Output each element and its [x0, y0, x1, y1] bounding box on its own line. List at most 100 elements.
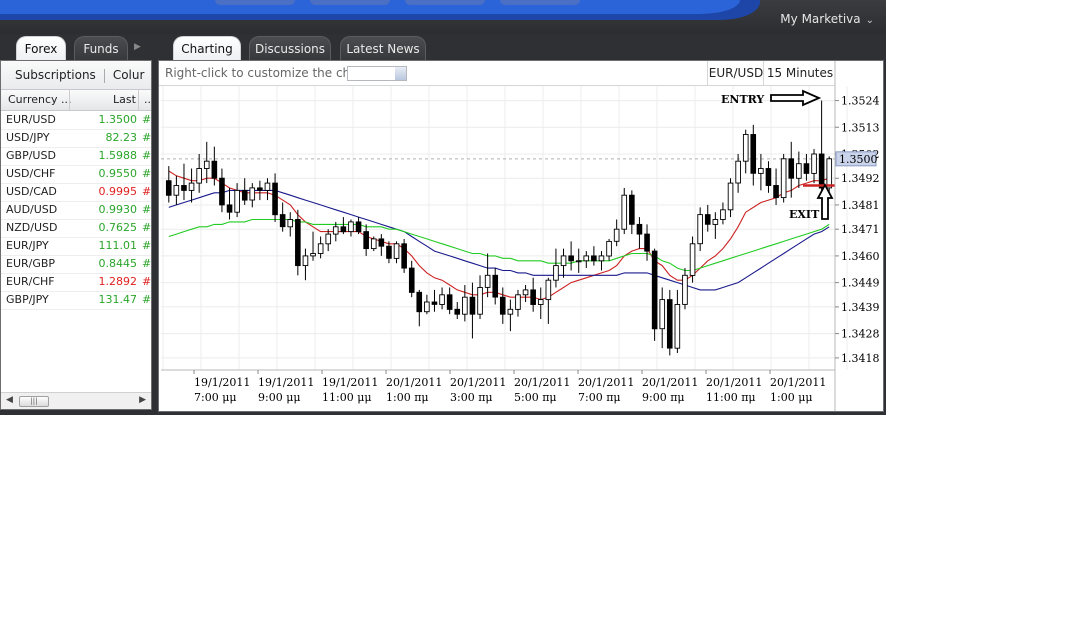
tab-funds[interactable]: Funds: [74, 36, 128, 60]
candle-body: [317, 243, 324, 254]
candle-body: [348, 221, 354, 233]
chart-panel: Right-click to customize the chart EUR/U…: [158, 60, 884, 412]
y-tick-label: 1.3471: [841, 223, 880, 236]
quote-row[interactable]: GBP/JPY 131.47 #: [1, 291, 151, 310]
quote-truncated-cell: #: [142, 167, 151, 180]
column-divider[interactable]: [69, 90, 70, 110]
quote-row[interactable]: NZD/USD 0.7625 #: [1, 219, 151, 238]
quote-last: 1.2892: [98, 275, 138, 288]
tab-label: Charting: [181, 42, 233, 56]
scroll-left-icon[interactable]: ◀: [6, 395, 13, 405]
quote-last: 0.9930: [98, 203, 138, 216]
candle-body: [689, 243, 696, 276]
candle-body: [621, 194, 628, 230]
candle-body: [803, 163, 810, 174]
x-tick-date-label: 20/1/2011: [642, 376, 698, 389]
top-bar: My Marketiva ⌄: [0, 0, 886, 34]
candle-body: [598, 255, 605, 262]
candle-body: [211, 160, 218, 179]
x-tick-date-label: 20/1/2011: [770, 376, 826, 389]
quote-row[interactable]: EUR/USD 1.3500 #: [1, 111, 151, 130]
columns-button[interactable]: Colur: [113, 68, 145, 82]
x-tick-date-label: 20/1/2011: [450, 376, 506, 389]
quote-truncated-cell: #: [142, 239, 151, 252]
tabs-scroll-right-icon[interactable]: ▶: [134, 42, 141, 52]
y-tick-label: 1.3449: [841, 277, 880, 290]
tab-forex[interactable]: Forex: [16, 36, 66, 60]
candle-body: [765, 168, 772, 186]
candlestick-chart[interactable]: ENTRYEXIT1.35241.35131.35021.34921.34811…: [159, 61, 883, 411]
quote-truncated-cell: #: [142, 131, 151, 144]
candle-body: [340, 226, 347, 233]
candle-body: [522, 289, 529, 296]
top-toolbar-button[interactable]: [405, 0, 485, 5]
candle-body: [720, 209, 726, 220]
candle-body: [606, 240, 612, 257]
quote-last: 1.5988: [98, 149, 138, 162]
candle-body: [704, 214, 711, 225]
candle-body: [173, 185, 180, 196]
y-tick-label: 1.3439: [841, 301, 880, 314]
quote-truncated-cell: #: [142, 113, 151, 126]
tab-latest-news[interactable]: Latest News: [340, 36, 426, 60]
quote-row[interactable]: AUD/USD 0.9930 #: [1, 201, 151, 220]
tab-label: Funds: [83, 42, 119, 56]
quote-truncated-cell: #: [142, 149, 151, 162]
candle-body: [454, 308, 461, 315]
top-toolbar-button[interactable]: [215, 0, 295, 5]
entry-label: ENTRY: [721, 93, 764, 106]
candle-body: [401, 243, 407, 269]
candle-body: [477, 287, 483, 315]
candle-body: [446, 294, 453, 310]
account-menu[interactable]: My Marketiva ⌄: [780, 12, 874, 26]
column-divider[interactable]: [138, 90, 139, 110]
plot-area: [161, 86, 835, 370]
quote-row[interactable]: USD/JPY 82.23 #: [1, 129, 151, 148]
tab-discussions[interactable]: Discussions: [249, 36, 331, 60]
candle-body: [666, 299, 673, 349]
quote-row[interactable]: USD/CHF 0.9550 #: [1, 165, 151, 184]
y-tick-label: 1.3492: [841, 172, 880, 185]
candle-body: [355, 221, 362, 233]
subscriptions-button[interactable]: Subscriptions: [15, 68, 96, 82]
quotes-panel: Subscriptions Colur Currency ... Last .. …: [0, 60, 152, 410]
top-toolbar-button[interactable]: [500, 0, 580, 5]
column-header-currency[interactable]: Currency ...: [8, 90, 72, 110]
column-header-more[interactable]: ..: [144, 90, 151, 110]
column-header-last[interactable]: Last: [113, 90, 136, 110]
quote-truncated-cell: #: [142, 185, 151, 198]
candle-body: [591, 255, 597, 262]
candle-body: [393, 243, 400, 259]
candle-body: [165, 180, 172, 196]
candle-body: [515, 294, 521, 310]
x-tick-time-label: 9:00 πμ: [642, 391, 685, 404]
candle-body: [712, 219, 719, 225]
candle-body: [583, 255, 590, 262]
quote-pair: USD/CHF: [6, 167, 56, 180]
quote-row[interactable]: GBP/USD 1.5988 #: [1, 147, 151, 166]
candle-body: [568, 255, 574, 262]
candle-body: [492, 274, 499, 298]
candle-body: [545, 279, 552, 301]
quote-last: 0.9995: [98, 185, 138, 198]
top-toolbar-button[interactable]: [310, 0, 390, 5]
quote-row[interactable]: USD/CAD 0.9995 #: [1, 183, 151, 202]
x-tick-time-label: 1:00 πμ: [386, 391, 429, 404]
y-tick-label: 1.3460: [841, 250, 880, 263]
x-tick-date-label: 20/1/2011: [514, 376, 570, 389]
tab-label: Latest News: [346, 42, 420, 56]
candle-body: [378, 238, 385, 247]
quote-row[interactable]: EUR/JPY 111.01 #: [1, 237, 151, 256]
quote-row[interactable]: EUR/GBP 0.8445 #: [1, 255, 151, 274]
scrollbar-thumb[interactable]: |||: [19, 396, 49, 407]
scroll-right-icon[interactable]: ▶: [139, 395, 146, 405]
x-tick-date-label: 20/1/2011: [706, 376, 762, 389]
candle-body: [629, 194, 635, 225]
y-tick-label: 1.3481: [841, 199, 880, 212]
quote-row[interactable]: EUR/CHF 1.2892 #: [1, 273, 151, 292]
x-tick-time-label: 9:00 μμ: [258, 391, 301, 404]
candle-body: [644, 233, 650, 252]
quote-pair: EUR/CHF: [6, 275, 55, 288]
tab-charting[interactable]: Charting: [173, 36, 241, 60]
horizontal-scrollbar[interactable]: ◀ ||| ▶: [1, 392, 151, 409]
